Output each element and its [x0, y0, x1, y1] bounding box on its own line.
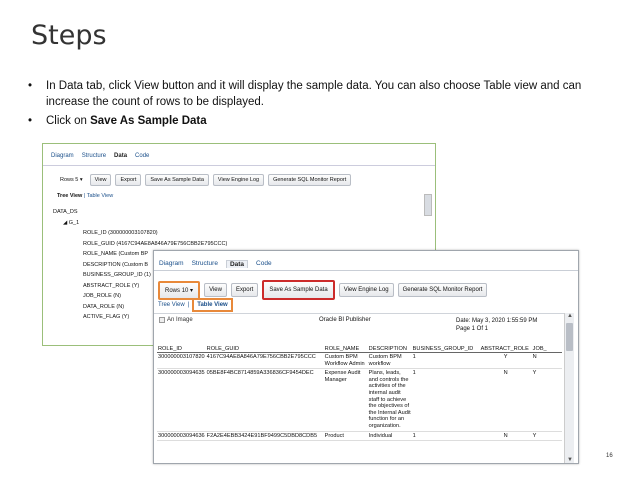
table-cell: N [479, 431, 532, 442]
report-meta: Date: May 3, 2020 1:55:59 PM Page 1 Of 1 [456, 317, 537, 333]
table-cell: Y [531, 431, 562, 442]
table-cell: Expense Audit Manager [323, 368, 368, 432]
export-button[interactable]: Export [230, 283, 259, 297]
bullet-item: • Click on Save As Sample Data [26, 113, 616, 129]
chevron-down-icon: ▾ [79, 177, 83, 183]
publisher-label: Oracle BI Publisher [319, 317, 371, 323]
tab-structure[interactable]: Structure [82, 153, 106, 159]
tab-divider [43, 165, 435, 166]
rows-select[interactable]: Rows 5 ▾ [57, 175, 86, 185]
save-as-sample-data-button[interactable]: Save As Sample Data [262, 280, 335, 300]
expand-icon[interactable]: ◢ [63, 220, 67, 226]
tree-item: ROLE_GUID (4167C94AE8A846A79E756CBB2E795… [83, 240, 228, 247]
tab-data[interactable]: Data [225, 260, 249, 268]
tab-data[interactable]: Data [114, 153, 127, 159]
table-cell: Plans, leads, and controls the activitie… [367, 368, 412, 432]
table-cell: 300000003094636 [157, 431, 206, 442]
tab-bar: Diagram Structure Data Code [51, 153, 149, 159]
tree-view-link[interactable]: Tree View [158, 302, 185, 308]
report-date: Date: May 3, 2020 1:55:59 PM [456, 318, 538, 324]
tree-root[interactable]: DATA_DS [53, 207, 227, 218]
view-separator: | [187, 302, 190, 308]
rows-label: Rows [165, 287, 181, 294]
bullet-list: • In Data tab, click View button and it … [26, 78, 616, 132]
view-switcher: Tree View | Table View [57, 193, 113, 199]
table-cell: 1 [411, 352, 480, 370]
image-icon [159, 317, 165, 323]
bullet-glyph: • [28, 115, 33, 127]
view-switcher: Tree View | Table View [158, 298, 233, 312]
rows-value: 10 [181, 287, 189, 294]
table-cell: 300000003107820 [157, 352, 206, 370]
chevron-down-icon: ▾ [190, 287, 194, 294]
tab-structure[interactable]: Structure [192, 260, 218, 268]
table-cell: Y [531, 368, 562, 432]
tree-group[interactable]: ◢ G_1 [53, 218, 227, 229]
table-row: 300000003094635 05BE8F4BC8714859A336836C… [157, 368, 562, 432]
toolbar: Rows 5 ▾ View Export Save As Sample Data… [57, 174, 352, 186]
rows-select[interactable]: Rows 10 ▾ [158, 280, 201, 300]
tree-item: ROLE_ID (300000003107820) [83, 230, 158, 236]
report-pane: An Image Oracle BI Publisher Date: May 3… [154, 313, 574, 463]
bullet-text: Click on Save As Sample Data [46, 113, 207, 129]
column-header: ABSTRACT_ROLE [479, 346, 532, 353]
generate-sql-monitor-report-button[interactable]: Generate SQL Monitor Report [268, 174, 352, 186]
report-page: Page 1 Of 1 [456, 326, 489, 332]
bullet-text: In Data tab, click View button and it wi… [46, 80, 582, 108]
tab-bar: Diagram Structure Data Code [159, 260, 272, 268]
bullet-item: • In Data tab, click View button and it … [26, 78, 616, 110]
broken-image: An Image [159, 317, 193, 323]
table-cell: N [479, 368, 532, 432]
vertical-scrollbar[interactable]: ▲ ▼ [564, 313, 575, 463]
bullet-text-prefix: Click on [46, 115, 91, 127]
export-button[interactable]: Export [115, 174, 142, 186]
column-header: DESCRIPTION [367, 346, 412, 353]
table-cell: 1 [411, 431, 480, 442]
scrollbar-thumb[interactable] [566, 323, 573, 351]
tab-code[interactable]: Code [135, 153, 149, 159]
tree-group-label: G_1 [68, 219, 80, 226]
table-cell: 1 [411, 368, 480, 432]
rows-value: 5 [75, 177, 79, 183]
tab-code[interactable]: Code [256, 260, 272, 268]
view-engine-log-button[interactable]: View Engine Log [338, 283, 394, 297]
column-header: BUSINESS_GROUP_ID [411, 346, 480, 353]
view-button[interactable]: View [89, 174, 112, 186]
scroll-down-icon[interactable]: ▼ [565, 457, 575, 463]
view-engine-log-button[interactable]: View Engine Log [212, 174, 265, 186]
table-cell: Product [323, 431, 368, 442]
table-cell: 05BE8F4BC8714859A336836CF9454DEC [205, 368, 324, 432]
table-view-link[interactable]: Table View [192, 298, 233, 312]
tab-diagram[interactable]: Diagram [159, 260, 184, 268]
bullet-glyph: • [28, 80, 33, 92]
save-as-sample-data-button[interactable]: Save As Sample Data [145, 174, 209, 186]
table-cell: 4167C94AE8A846A79E756CBB2E795CCC [205, 352, 324, 370]
tab-divider [154, 270, 578, 271]
data-table: ROLE_ID ROLE_GUID ROLE_NAME DESCRIPTION … [157, 346, 562, 442]
table-row: 300000003094636 F2A2E4EBB3424E91BF9499C5… [157, 431, 562, 442]
rows-label: Rows [60, 177, 74, 183]
table-cell: 300000003094635 [157, 368, 206, 432]
screenshot-table-view: Diagram Structure Data Code Rows 10 ▾ Vi… [153, 250, 579, 464]
view-separator: | [83, 193, 86, 199]
view-button[interactable]: View [204, 283, 227, 297]
table-view-link[interactable]: Table View [87, 193, 114, 199]
table-cell: N [531, 352, 562, 370]
scroll-up-icon[interactable]: ▲ [565, 313, 575, 321]
table-cell: Custom BPM Workflow Admin [323, 352, 368, 370]
generate-sql-monitor-report-button[interactable]: Generate SQL Monitor Report [397, 283, 488, 297]
tab-diagram[interactable]: Diagram [51, 153, 74, 159]
table-cell: Custom BPM workflow [367, 352, 412, 370]
scrollbar-thumb[interactable] [424, 194, 432, 216]
toolbar: Rows 10 ▾ View Export Save As Sample Dat… [158, 280, 488, 300]
table-row: 300000003107820 4167C94AE8A846A79E756CBB… [157, 352, 562, 370]
table-cell: Individual [367, 431, 412, 442]
bullet-text-bold: Save As Sample Data [90, 115, 207, 127]
tree-view-link[interactable]: Tree View [57, 193, 82, 199]
image-alt-text: An Image [167, 317, 193, 323]
table-cell: F2A2E4EBB3424E91BF9499C5DBD8CDB5 [205, 431, 324, 442]
slide-title: Steps [31, 20, 107, 51]
table-cell: Y [479, 352, 532, 370]
page-number: 16 [606, 453, 613, 459]
